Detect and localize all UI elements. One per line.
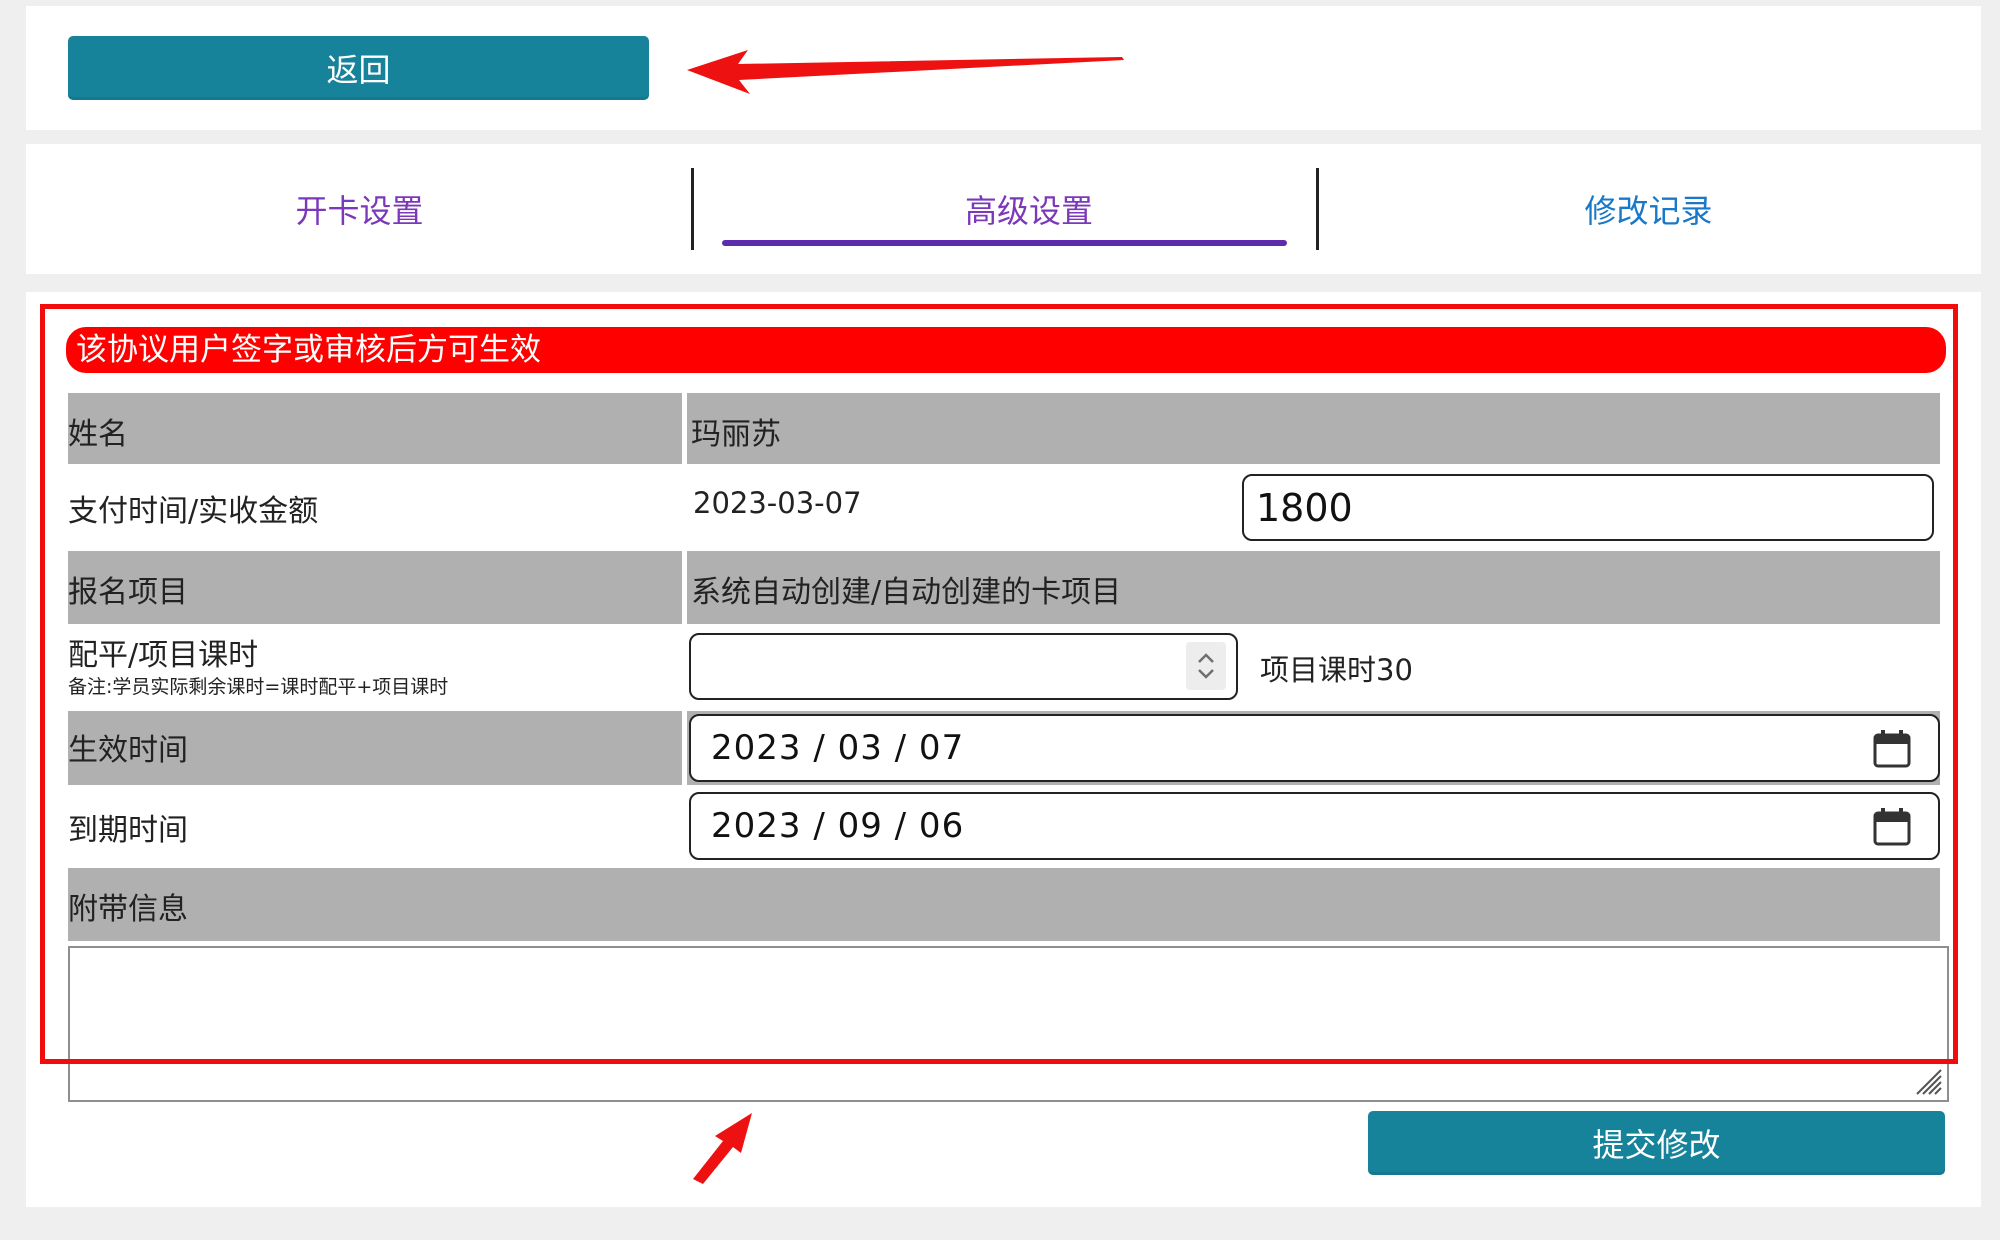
tab-modification-history[interactable]: 修改记录	[1316, 144, 1981, 274]
tab-card-settings-label: 开卡设置	[295, 192, 424, 230]
hours-note: 备注:学员实际剩余课时=课时配平+项目课时	[68, 676, 449, 698]
back-button-label: 返回	[326, 51, 391, 89]
submit-button[interactable]: 提交修改	[1368, 1111, 1945, 1175]
warning-text: 该协议用户签字或审核后方可生效	[76, 332, 541, 368]
end-date-row: 到期时间 2023 / 09 / 06	[68, 785, 1940, 865]
top-panel: 返回	[26, 6, 1981, 130]
hours-label: 配平/项目课时	[68, 638, 259, 673]
project-row: 报名项目 系统自动创建/自动创建的卡项目	[68, 551, 1940, 624]
hours-balance-input[interactable]	[689, 633, 1238, 700]
tab-advanced-settings-label: 高级设置	[964, 192, 1093, 230]
name-value: 玛丽苏	[691, 417, 781, 452]
project-value: 系统自动创建/自动创建的卡项目	[691, 575, 1122, 610]
form-panel: 该协议用户签字或审核后方可生效 姓名 玛丽苏 支付时间/实收金额 2023-03…	[26, 292, 1981, 1207]
tab-advanced-settings[interactable]: 高级设置	[720, 144, 1338, 274]
spin-arrows-icon[interactable]	[1186, 642, 1226, 690]
payment-label: 支付时间/实收金额	[68, 494, 319, 529]
extra-info-label: 附带信息	[68, 892, 188, 927]
submit-button-label: 提交修改	[1592, 1126, 1721, 1164]
row-divider	[682, 551, 687, 624]
name-row: 姓名 玛丽苏	[68, 393, 1940, 464]
resize-handle-icon[interactable]	[1909, 1062, 1943, 1096]
calendar-icon[interactable]	[1872, 729, 1912, 769]
start-date-label: 生效时间	[68, 733, 188, 768]
payment-row: 支付时间/实收金额 2023-03-07 1800	[68, 464, 1940, 544]
tab-bar: 开卡设置 高级设置 修改记录	[26, 144, 1981, 274]
payment-date: 2023-03-07	[693, 486, 862, 520]
start-date-row: 生效时间 2023 / 03 / 07	[68, 711, 1940, 785]
start-date-value: 2023 / 03 / 07	[711, 728, 965, 768]
hours-row: 配平/项目课时 备注:学员实际剩余课时=课时配平+项目课时 项目课时30	[68, 624, 1940, 704]
project-hours-text: 项目课时30	[1260, 653, 1413, 687]
extra-info-row: 附带信息	[68, 868, 1940, 941]
start-date-input[interactable]: 2023 / 03 / 07	[689, 714, 1940, 782]
row-divider	[682, 711, 687, 785]
tab-separator	[691, 168, 694, 250]
name-label: 姓名	[68, 417, 128, 452]
end-date-label: 到期时间	[68, 813, 188, 848]
end-date-value: 2023 / 09 / 06	[711, 806, 965, 846]
tab-card-settings[interactable]: 开卡设置	[26, 144, 693, 274]
back-button[interactable]: 返回	[68, 36, 649, 100]
tab-modification-history-label: 修改记录	[1584, 192, 1713, 230]
project-label: 报名项目	[68, 575, 188, 610]
extra-info-textarea[interactable]	[68, 946, 1949, 1102]
warning-banner: 该协议用户签字或审核后方可生效	[66, 327, 1946, 373]
row-divider	[682, 393, 687, 464]
active-tab-indicator	[722, 240, 1287, 246]
page: 返回 开卡设置 高级设置 修改记录 该协议用户签字或审核后方可生效 姓名 玛丽苏…	[0, 0, 2000, 1240]
amount-input-value: 1800	[1256, 485, 1353, 530]
amount-input[interactable]: 1800	[1242, 474, 1934, 541]
end-date-input[interactable]: 2023 / 09 / 06	[689, 792, 1940, 860]
calendar-icon[interactable]	[1872, 807, 1912, 847]
